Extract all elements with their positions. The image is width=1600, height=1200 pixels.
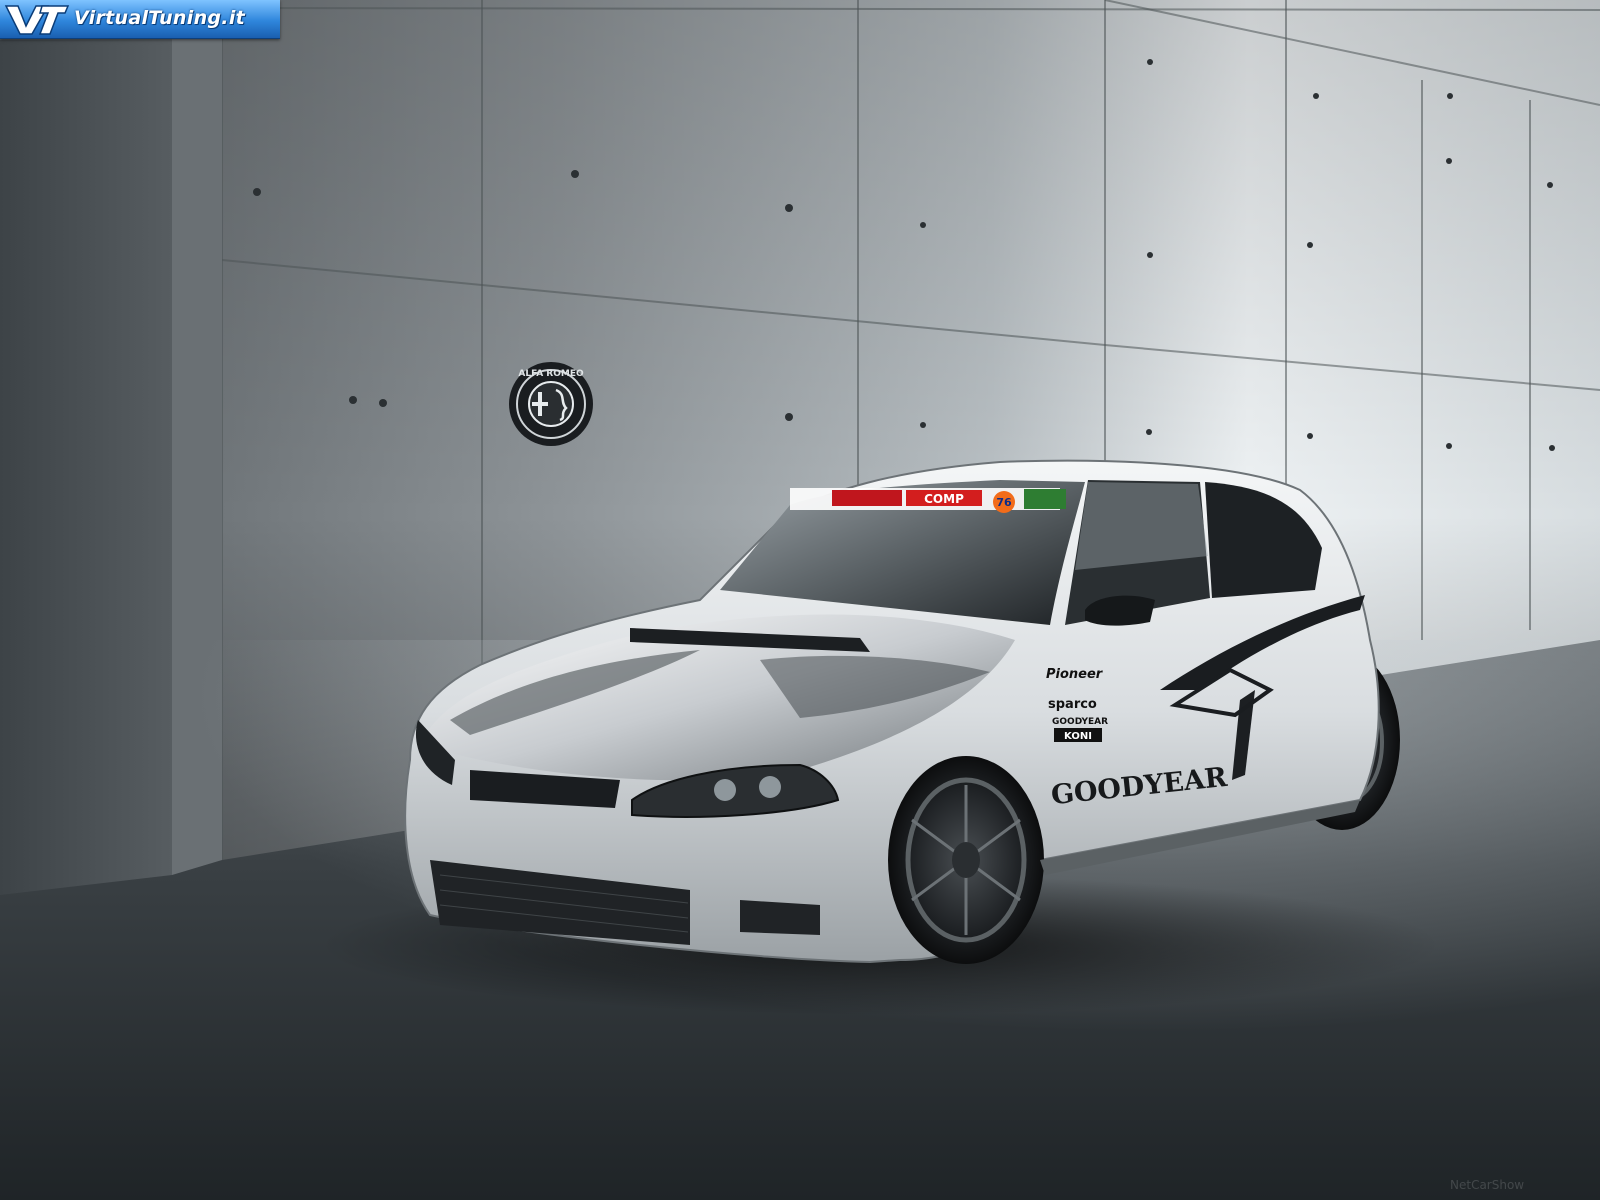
watermark-text: NetCarShow [1450,1178,1525,1192]
site-name: VirtualTuning.it [74,7,246,29]
windshield-sticker-76: 76 [996,496,1012,509]
sponsor-koni: KONI [1064,731,1092,742]
alfa-badge-text: ALFA ROMEO [518,369,584,379]
scene-artwork: ALFA ROMEO COMP 76 Pioneer sparco GOODYE… [0,0,1600,1200]
windshield-sticker-comp: COMP [924,492,964,506]
sponsor-sparco: sparco [1048,697,1097,712]
site-banner[interactable]: VirtualTuning.it [0,0,280,39]
sponsor-pioneer: Pioneer [1046,667,1104,682]
sponsor-goodyear-small: GOODYEAR [1052,717,1108,727]
vt-logo-icon [4,5,70,35]
car-render-scene: ALFA ROMEO COMP 76 Pioneer sparco GOODYE… [0,0,1600,1200]
